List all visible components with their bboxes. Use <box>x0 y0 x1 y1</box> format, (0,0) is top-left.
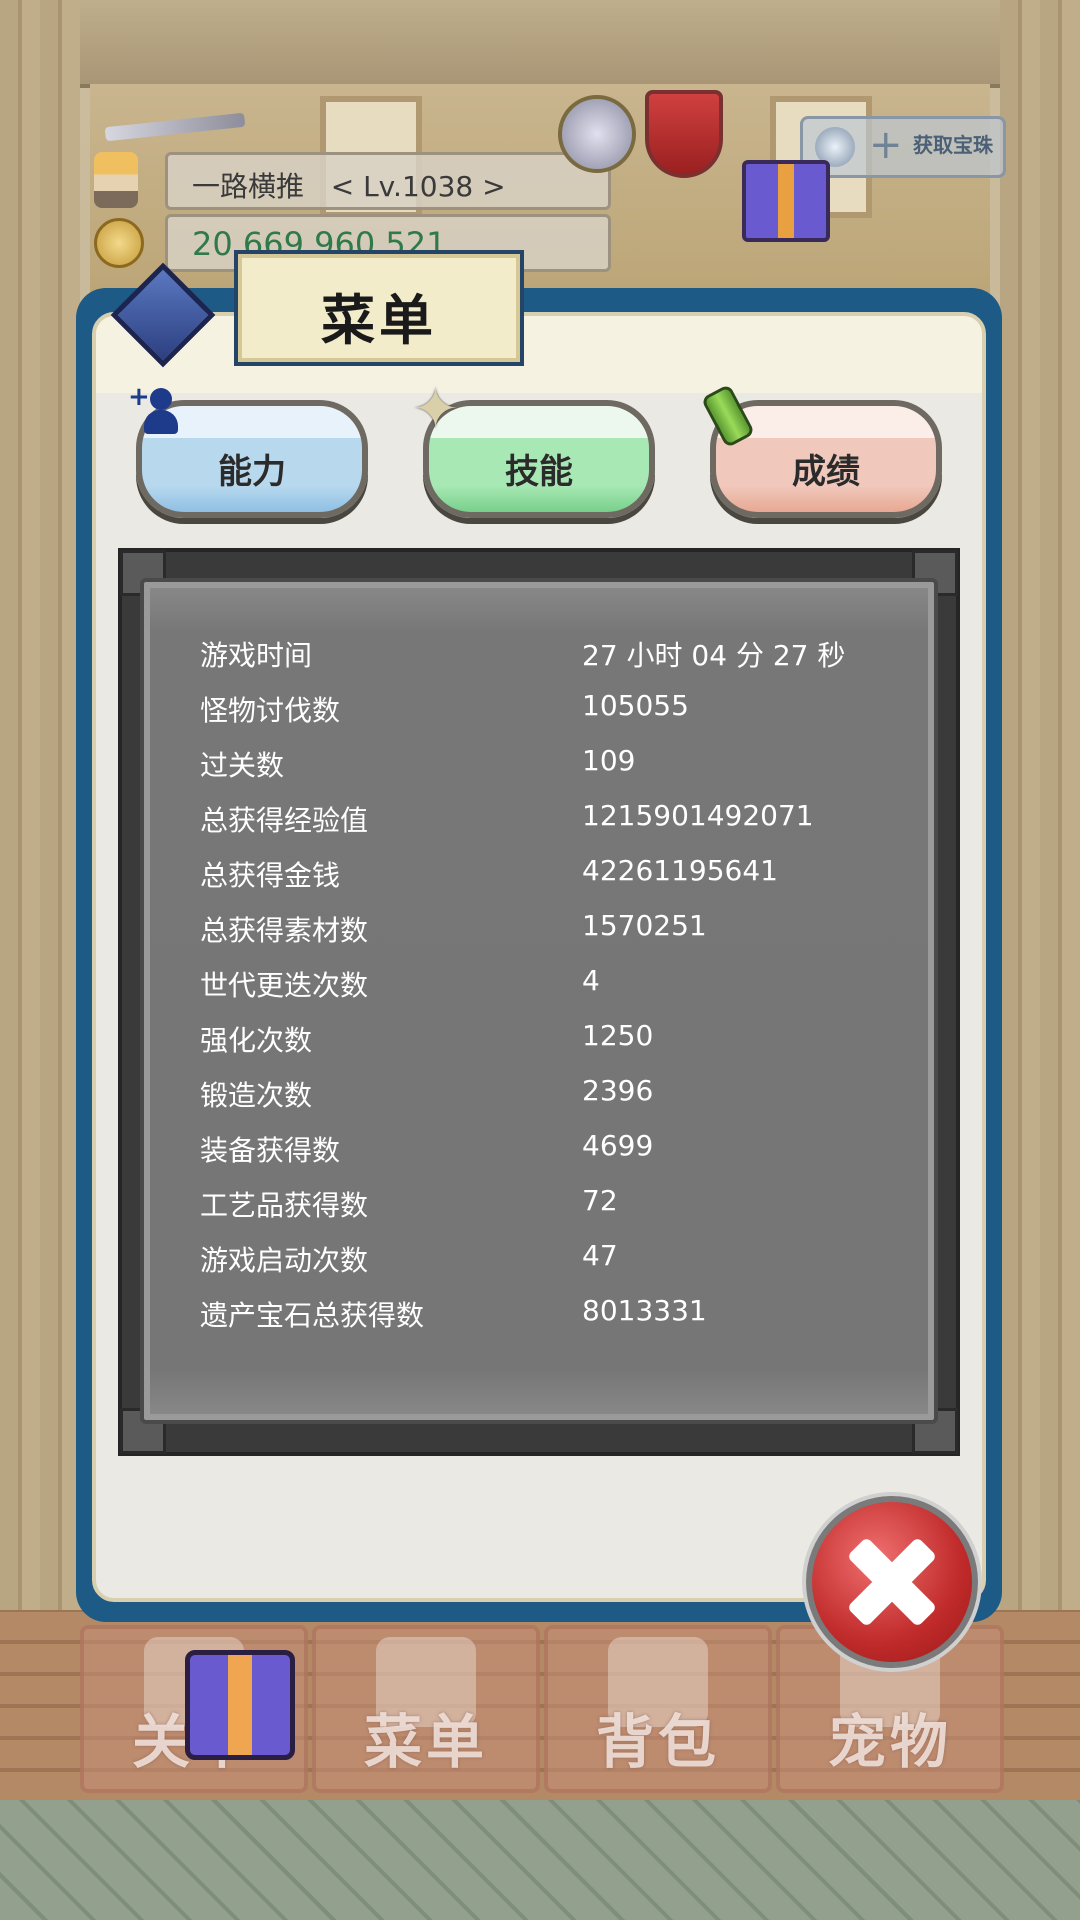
hero-icon <box>94 152 138 208</box>
stat-label: 锻造次数 <box>200 1079 313 1112</box>
stat-row: 总获得素材数 1570251 <box>200 909 900 953</box>
stat-value: 4 <box>582 964 600 997</box>
ground-tiles <box>0 1800 1080 1920</box>
stat-label: 世代更迭次数 <box>200 969 369 1002</box>
stat-label: 游戏启动次数 <box>200 1244 369 1277</box>
stat-value: 27 小时 04 分 27 秒 <box>582 639 846 672</box>
stat-label: 总获得金钱 <box>200 859 341 892</box>
gift-icon[interactable] <box>742 160 830 242</box>
stat-row: 遗产宝石总获得数 8013331 <box>200 1294 900 1338</box>
stat-row: 工艺品获得数 72 <box>200 1184 900 1228</box>
nav-bag-button[interactable]: 背包 <box>544 1625 772 1793</box>
stat-row: 怪物讨伐数 105055 <box>200 689 900 733</box>
tab-ability-label: 能力 <box>218 452 286 492</box>
plus-icon: + <box>869 122 903 168</box>
tab-record-label: 成绩 <box>792 452 860 492</box>
coin-icon <box>94 218 144 268</box>
stat-row: 总获得金钱 42261195641 <box>200 854 900 898</box>
player-name-level: 一路横推 < Lv.1038 > <box>192 170 506 203</box>
stat-row: 游戏启动次数 47 <box>200 1239 900 1283</box>
stat-row: 锻造次数 2396 <box>200 1074 900 1118</box>
dialog-title: 菜单 <box>321 289 437 352</box>
player-info-box: 一路横推 < Lv.1038 > <box>165 152 611 210</box>
stat-value: 72 <box>582 1184 618 1217</box>
stat-label: 过关数 <box>200 749 285 782</box>
stat-value: 47 <box>582 1239 618 1272</box>
shield-icon <box>645 90 723 178</box>
sparkle-icon: ✦ <box>412 377 459 442</box>
stat-label: 总获得素材数 <box>200 914 369 947</box>
stat-label: 工艺品获得数 <box>200 1189 369 1222</box>
round-shield-icon <box>558 95 636 173</box>
stat-value: 1250 <box>582 1019 654 1052</box>
tab-skill-label: 技能 <box>505 452 573 492</box>
stat-row: 世代更迭次数 4 <box>200 964 900 1008</box>
gift-icon[interactable] <box>185 1650 295 1760</box>
stat-row: 游戏时间 27 小时 04 分 27 秒 <box>200 634 900 678</box>
stat-label: 总获得经验值 <box>200 804 369 837</box>
stat-label: 强化次数 <box>200 1024 313 1057</box>
get-gem-label: 获取宝珠 <box>913 133 993 157</box>
nav-menu-label: 菜单 <box>363 1708 488 1776</box>
stat-value: 109 <box>582 744 636 777</box>
get-gem-button[interactable]: + 获取宝珠 <box>800 116 1006 178</box>
left-pillar <box>0 0 80 1620</box>
stat-row: 总获得经验值 1215901492071 <box>200 799 900 843</box>
stat-row: 装备获得数 4699 <box>200 1129 900 1173</box>
stat-label: 遗产宝石总获得数 <box>200 1299 425 1332</box>
stat-value: 1570251 <box>582 909 707 942</box>
stat-row: 过关数 109 <box>200 744 900 788</box>
stat-label: 怪物讨伐数 <box>200 694 341 727</box>
stat-value: 1215901492071 <box>582 799 814 832</box>
stat-value: 2396 <box>582 1074 654 1107</box>
stat-value: 42261195641 <box>582 854 778 887</box>
stat-label: 游戏时间 <box>200 639 313 672</box>
stat-row: 强化次数 1250 <box>200 1019 900 1063</box>
nav-pet-label: 宠物 <box>827 1708 952 1776</box>
stat-value: 4699 <box>582 1129 654 1162</box>
stat-value: 105055 <box>582 689 689 722</box>
right-pillar <box>1000 0 1080 1620</box>
nav-menu-button[interactable]: 菜单 <box>312 1625 540 1793</box>
stat-value: 8013331 <box>582 1294 707 1327</box>
top-beam <box>0 0 1080 88</box>
dialog-title-tab: 菜单 <box>234 250 524 366</box>
close-button[interactable] <box>806 1496 978 1668</box>
user-plus-icon: + <box>128 382 180 436</box>
stat-label: 装备获得数 <box>200 1134 341 1167</box>
nav-bag-label: 背包 <box>595 1708 720 1776</box>
